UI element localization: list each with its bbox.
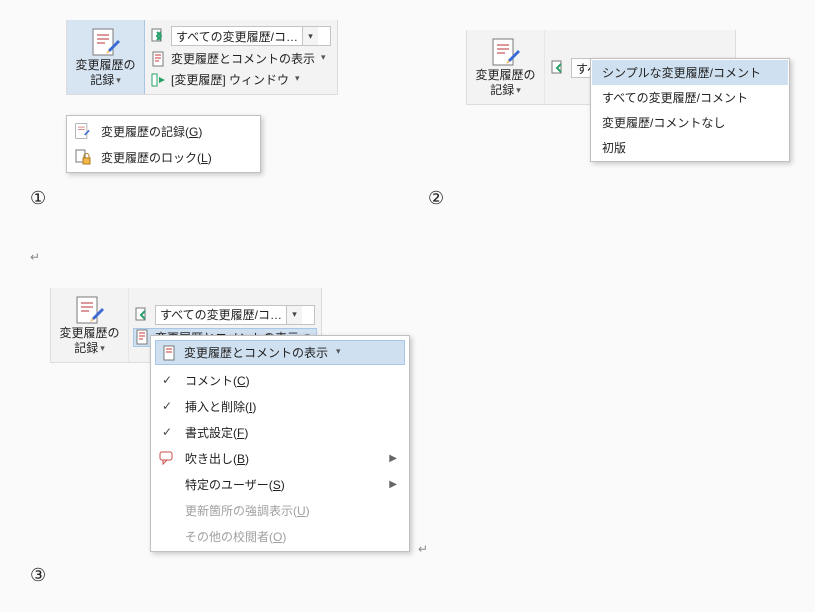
blank-icon <box>157 500 177 520</box>
check-icon: ✓ <box>157 396 177 416</box>
reviewing-pane-label: [変更履歴] ウィンドウ <box>171 71 289 88</box>
menu-label: コメント(C) <box>185 372 250 389</box>
menu-label: 変更履歴のロック(L) <box>101 149 212 166</box>
reviewing-pane-icon <box>151 72 167 88</box>
display-for-review-combo[interactable]: すべての変更履歴/コ… ▾ <box>171 26 331 46</box>
combo-text: すべての変更履歴/コ… <box>172 28 302 45</box>
chevron-right-icon: ▶ <box>389 453 397 464</box>
doc-markup-icon <box>135 329 151 345</box>
menu-header-label: 変更履歴とコメントの表示 <box>184 344 328 361</box>
show-markup-menu: 変更履歴とコメントの表示 ▾ ✓ コメント(C) ✓ 挿入と削除(I) ✓ 書式… <box>150 335 410 552</box>
tracking-stack: すべての変更履歴/コ… ▾ 変更履歴とコメントの表示 ▾ [変更履歴] ウィンド… <box>145 20 337 94</box>
doc-markup-icon <box>151 51 167 67</box>
menu-label: 特定のユーザー(S) <box>185 476 285 493</box>
menu-label: 更新箇所の強調表示(U) <box>185 502 310 519</box>
track-changes-label: 変更履歴の 記録▾ <box>475 68 535 98</box>
menu-item-track-changes[interactable]: 変更履歴の記録(G) <box>69 118 258 144</box>
display-select-icon <box>151 28 167 44</box>
list-item[interactable]: すべての変更履歴/コメント <box>592 85 788 110</box>
menu-item-other-authors: その他の校閲者(O) <box>153 523 407 549</box>
show-markup-button[interactable]: 変更履歴とコメントの表示 ▾ <box>149 49 333 68</box>
return-mark: ↵ <box>418 542 428 556</box>
track-changes-label: 変更履歴の 記録▾ <box>59 326 119 356</box>
track-changes-icon <box>490 36 522 68</box>
chevron-down-icon: ▾ <box>116 75 121 85</box>
chevron-down-icon: ▾ <box>321 52 326 63</box>
menu-item-specific-people[interactable]: 特定のユーザー(S) ▶ <box>153 471 407 497</box>
circle-1: ① <box>30 188 46 209</box>
list-item[interactable]: 初版 <box>592 135 788 160</box>
track-changes-icon <box>90 26 122 58</box>
ribbon-group-tracking-1: 変更履歴の 記録▾ すべての変更履歴/コ… ▾ 変更履歴とコメントの表示 ▾ <box>66 20 338 95</box>
track-changes-label: 変更履歴の 記録▾ <box>75 58 135 88</box>
chevron-down-icon[interactable]: ▾ <box>302 27 318 45</box>
lock-icon <box>73 147 93 167</box>
menu-item-formatting[interactable]: ✓ 書式設定(F) <box>153 419 407 445</box>
return-mark: ↵ <box>30 250 40 264</box>
menu-label: その他の校閲者(O) <box>185 528 286 545</box>
doc-markup-icon <box>162 345 178 361</box>
check-icon: ✓ <box>157 370 177 390</box>
menu-label: 書式設定(F) <box>185 424 248 441</box>
chevron-down-icon: ▾ <box>516 85 521 95</box>
chevron-right-icon: ▶ <box>389 479 397 490</box>
menu-label: 吹き出し(B) <box>185 450 249 467</box>
menu-item-highlight-updates: 更新箇所の強調表示(U) <box>153 497 407 523</box>
blank-icon <box>157 526 177 546</box>
display-for-review-list: シンプルな変更履歴/コメント すべての変更履歴/コメント 変更履歴/コメントなし… <box>590 58 790 162</box>
chevron-down-icon[interactable]: ▾ <box>286 306 302 324</box>
display-select-icon <box>551 60 567 76</box>
list-item[interactable]: 変更履歴/コメントなし <box>592 110 788 135</box>
menu-label: 変更履歴の記録(G) <box>101 123 202 140</box>
reviewing-pane-button[interactable]: [変更履歴] ウィンドウ ▾ <box>149 70 333 89</box>
track-changes-split-button[interactable]: 変更履歴の 記録▾ <box>67 20 145 94</box>
circle-2: ② <box>428 188 444 209</box>
check-icon: ✓ <box>157 422 177 442</box>
chevron-down-icon: ▾ <box>100 343 105 353</box>
menu-item-comments[interactable]: ✓ コメント(C) <box>153 367 407 393</box>
balloon-icon <box>157 448 177 468</box>
chevron-down-icon: ▾ <box>336 346 341 357</box>
track-changes-menu: 変更履歴の記録(G) 変更履歴のロック(L) <box>66 115 261 173</box>
track-changes-icon <box>73 121 93 141</box>
combo-text: すべての変更履歴/コ… <box>156 306 286 323</box>
display-select-icon <box>135 307 151 323</box>
menu-item-lock-tracking[interactable]: 変更履歴のロック(L) <box>69 144 258 170</box>
list-item[interactable]: シンプルな変更履歴/コメント <box>592 60 788 85</box>
chevron-down-icon: ▾ <box>295 73 300 84</box>
circle-3: ③ <box>30 565 46 586</box>
show-markup-label: 変更履歴とコメントの表示 <box>171 50 315 67</box>
track-changes-split-button[interactable]: 変更履歴の 記録▾ <box>467 30 545 104</box>
track-changes-split-button[interactable]: 変更履歴の 記録▾ <box>51 288 129 362</box>
menu-header: 変更履歴とコメントの表示 ▾ <box>155 340 405 365</box>
blank-icon <box>157 474 177 494</box>
display-for-review-row: すべての変更履歴/コ… ▾ <box>149 25 333 47</box>
menu-label: 挿入と削除(I) <box>185 398 256 415</box>
track-changes-icon <box>74 294 106 326</box>
display-for-review-row: すべての変更履歴/コ… ▾ <box>133 304 317 326</box>
menu-item-insert-delete[interactable]: ✓ 挿入と削除(I) <box>153 393 407 419</box>
menu-item-balloons[interactable]: 吹き出し(B) ▶ <box>153 445 407 471</box>
display-for-review-combo[interactable]: すべての変更履歴/コ… ▾ <box>155 305 315 325</box>
